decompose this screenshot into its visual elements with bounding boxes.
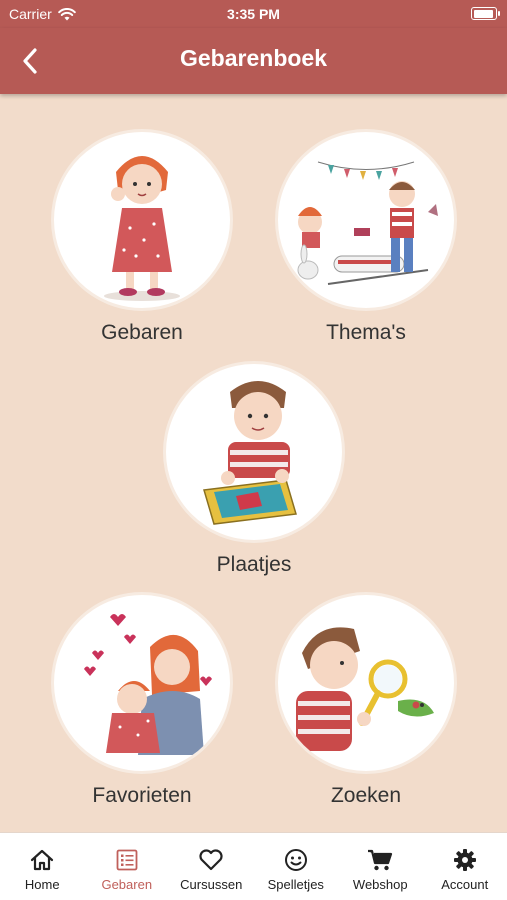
- tab-label-account: Account: [441, 877, 489, 892]
- tab-cursussen[interactable]: Cursussen: [169, 833, 254, 900]
- status-time: 3:35 PM: [227, 6, 280, 22]
- tile-label-favorieten: Favorieten: [92, 784, 192, 807]
- themas-illustration: [278, 132, 454, 308]
- tile-gebaren[interactable]: Gebaren: [42, 132, 242, 345]
- status-bar: Carrier 3:35 PM: [0, 0, 507, 28]
- tile-label-plaatjes: Plaatjes: [216, 553, 292, 576]
- tab-webshop[interactable]: Webshop: [338, 833, 423, 900]
- tab-spelletjes[interactable]: Spelletjes: [254, 833, 339, 900]
- tab-label-home: Home: [24, 877, 60, 892]
- battery-icon: [471, 7, 500, 20]
- smiley-icon: [284, 849, 307, 871]
- zoeken-illustration: [278, 595, 454, 771]
- nav-bar: Gebarenboek: [0, 28, 507, 94]
- tab-home[interactable]: Home: [0, 833, 85, 900]
- tile-label-themas: Thema's: [326, 321, 406, 344]
- cart-icon: [368, 849, 393, 871]
- tile-label-gebaren: Gebaren: [101, 321, 183, 344]
- home-icon: [31, 849, 54, 871]
- plaatjes-illustration: [166, 364, 342, 540]
- tab-label-gebaren: Gebaren: [101, 877, 153, 892]
- favorieten-illustration: [54, 595, 230, 771]
- gear-icon: [453, 849, 476, 871]
- tab-label-webshop: Webshop: [352, 877, 408, 892]
- tab-account[interactable]: Account: [423, 833, 507, 900]
- list-icon: [116, 849, 138, 871]
- tile-zoeken[interactable]: Zoeken: [266, 595, 466, 808]
- tab-label-cursussen: Cursussen: [180, 877, 243, 892]
- tile-plaatjes[interactable]: Plaatjes: [154, 364, 354, 577]
- tile-label-zoeken: Zoeken: [330, 784, 402, 807]
- tab-bar: Home Gebaren Cursussen Spelletjes Websho…: [0, 832, 507, 900]
- tile-themas[interactable]: Thema's: [266, 132, 466, 345]
- tile-favorieten[interactable]: Favorieten: [42, 595, 242, 808]
- heart-icon: [199, 849, 223, 871]
- tab-label-spelletjes: Spelletjes: [267, 877, 324, 892]
- gebaren-illustration: [54, 132, 230, 308]
- page-title: Gebarenboek: [180, 45, 327, 71]
- battery-level: [473, 9, 494, 18]
- tab-gebaren[interactable]: Gebaren: [85, 833, 170, 900]
